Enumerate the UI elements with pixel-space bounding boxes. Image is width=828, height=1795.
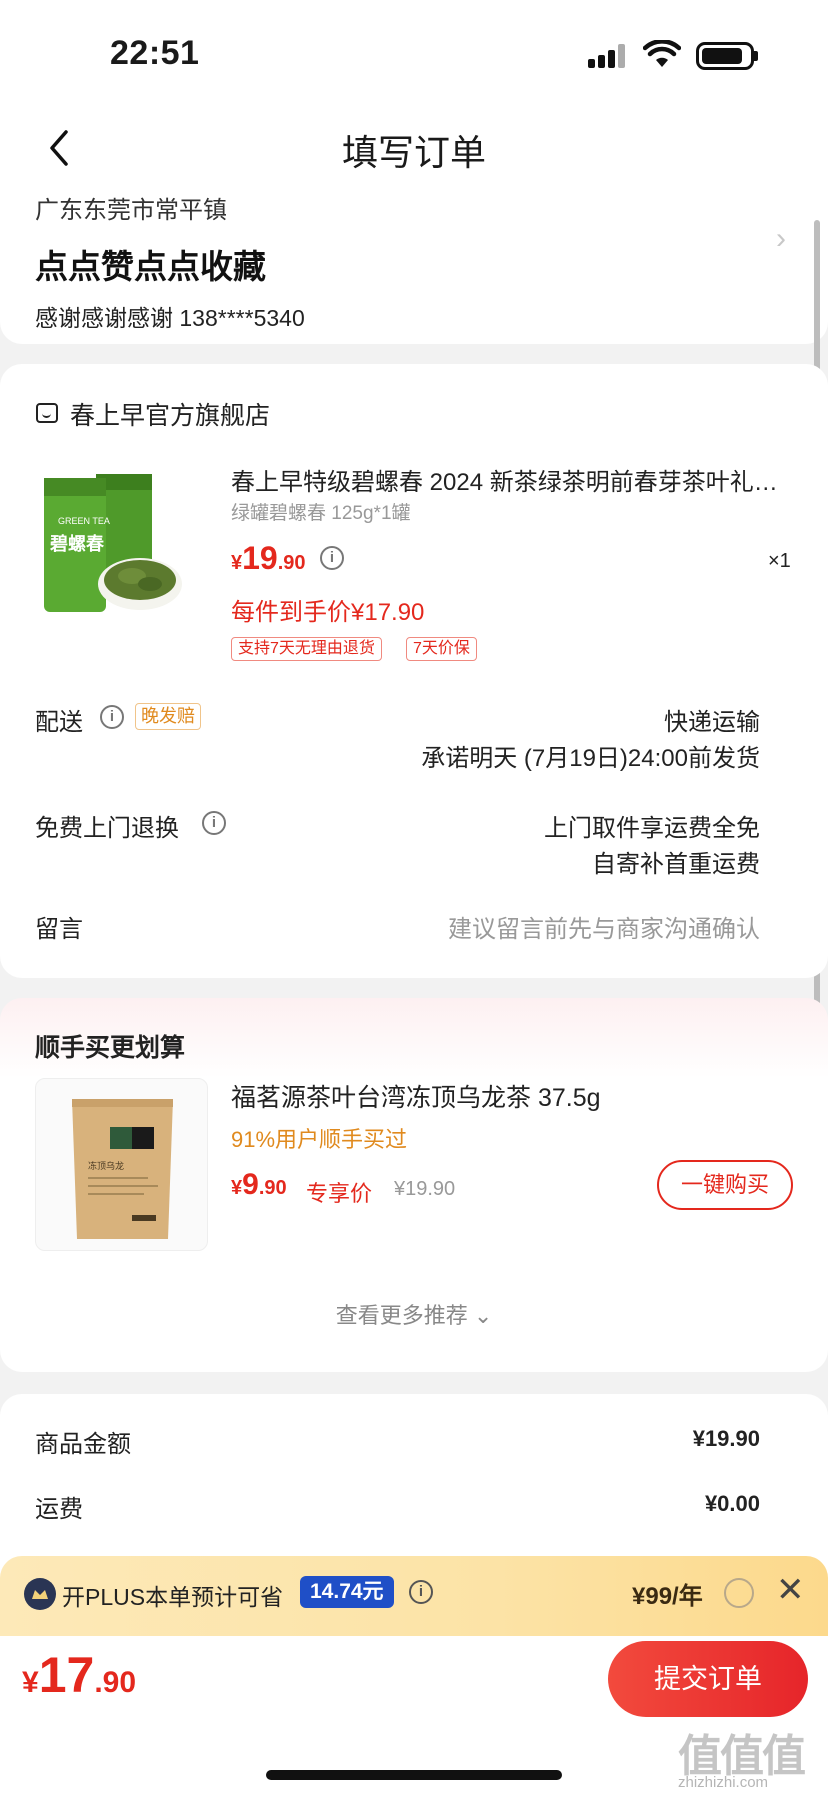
signal-icon bbox=[588, 44, 628, 68]
recommend-image-label: 冻顶乌龙 bbox=[88, 1160, 124, 1172]
product-quantity: ×1 bbox=[768, 550, 791, 572]
delivery-label: 配送 bbox=[35, 709, 83, 736]
one-click-buy-button[interactable]: 一键购买 bbox=[657, 1160, 793, 1210]
freight-label: 运费 bbox=[35, 1496, 83, 1523]
delivery-method[interactable]: 快递运输 bbox=[664, 702, 760, 737]
close-icon[interactable]: ✕ bbox=[776, 1572, 805, 1608]
goods-amount-value: ¥19.90 bbox=[692, 1426, 760, 1451]
address-detail: 点点赞点点收藏 bbox=[35, 248, 266, 285]
late-compensation-tag: 晚发赔 bbox=[135, 703, 201, 730]
status-bar: 22:51 bbox=[0, 0, 828, 110]
shop-name[interactable]: 春上早官方旗舰店 bbox=[70, 396, 270, 432]
address-region: 广东东莞市常平镇 bbox=[35, 197, 227, 224]
message-label: 留言 bbox=[35, 916, 83, 943]
plus-select-radio[interactable] bbox=[724, 1578, 754, 1608]
shop-icon bbox=[36, 403, 58, 423]
nav-bar: 填写订单 bbox=[0, 110, 828, 184]
recommend-name[interactable]: 福茗源茶叶台湾冻顶乌龙茶 37.5g bbox=[231, 1078, 601, 1114]
address-card[interactable]: 广东东莞市常平镇 点点赞点点收藏 感谢感谢感谢 138****5340 › bbox=[0, 184, 828, 344]
product-image[interactable]: GREEN TEA 碧螺春 bbox=[44, 464, 184, 624]
return-label: 免费上门退换 bbox=[35, 815, 179, 842]
chevron-right-icon: › bbox=[776, 222, 786, 255]
plus-text: 开PLUS本单预计可省 bbox=[62, 1584, 284, 1610]
total-price: ¥17.90 bbox=[22, 1647, 137, 1703]
plus-promo-bar[interactable]: 开PLUS本单预计可省 14.74元 i ¥99/年 ✕ bbox=[0, 1556, 828, 1636]
plus-price: ¥99/年 bbox=[632, 1583, 703, 1610]
watermark-url: zhizhizhi.com bbox=[678, 1774, 769, 1791]
freight-value: ¥0.00 bbox=[704, 1491, 760, 1516]
recommend-orig-price: ¥19.90 bbox=[394, 1178, 456, 1200]
product-price: ¥19.90 bbox=[231, 540, 306, 576]
price-info-icon[interactable]: i bbox=[320, 546, 344, 570]
return-line2: 自寄补首重运费 bbox=[592, 851, 760, 878]
order-card: 春上早官方旗舰店 GREEN TEA 碧螺春 春上早特级碧螺春 2024 新茶绿… bbox=[0, 364, 828, 978]
recommend-image[interactable]: 冻顶乌龙 bbox=[35, 1078, 208, 1251]
more-recommend-link[interactable]: 查看更多推荐 ⌄ bbox=[0, 1298, 828, 1330]
plus-logo-icon bbox=[24, 1578, 56, 1610]
status-time: 22:51 bbox=[110, 34, 200, 72]
plus-savings-badge: 14.74元 bbox=[300, 1576, 394, 1608]
recommend-sub: 91%用户顺手买过 bbox=[231, 1127, 408, 1152]
product-image-en: GREEN TEA bbox=[58, 516, 110, 526]
delivery-info-icon[interactable]: i bbox=[100, 705, 124, 729]
battery-icon bbox=[696, 42, 754, 70]
goods-amount-label: 商品金额 bbox=[35, 1431, 131, 1458]
home-indicator[interactable] bbox=[266, 1770, 562, 1780]
recommend-price: ¥9.90 bbox=[231, 1168, 287, 1201]
submit-order-button[interactable]: 提交订单 bbox=[608, 1641, 808, 1717]
return-line1: 上门取件享运费全免 bbox=[544, 815, 760, 842]
address-contact: 感谢感谢感谢 138****5340 bbox=[35, 305, 305, 331]
delivery-promise: 承诺明天 (7月19日)24:00前发货 bbox=[421, 745, 760, 772]
wifi-icon bbox=[643, 40, 681, 67]
page-title: 填写订单 bbox=[341, 132, 486, 173]
tag-price-protect: 7天价保 bbox=[406, 637, 477, 661]
message-input[interactable]: 建议留言前先与商家沟通确认 bbox=[448, 909, 760, 944]
recommend-card: 顺手买更划算 冻顶乌龙 福茗源茶叶台湾冻顶乌龙茶 37.5g 91%用户顺手买过… bbox=[0, 998, 828, 1372]
return-info-icon[interactable]: i bbox=[202, 811, 226, 835]
final-price: 每件到手价¥17.90 bbox=[231, 599, 425, 626]
plus-info-icon[interactable]: i bbox=[409, 1580, 433, 1604]
product-image-cn: 碧螺春 bbox=[49, 533, 105, 555]
recommend-title: 顺手买更划算 bbox=[35, 1034, 186, 1062]
product-spec: 绿罐碧螺春 125g*1罐 bbox=[231, 503, 411, 524]
bottom-bar: ¥17.90 提交订单 值值值 zhizhizhi.com bbox=[0, 1636, 828, 1795]
tag-return: 支持7天无理由退货 bbox=[231, 637, 382, 661]
recommend-price-label: 专享价 bbox=[306, 1181, 373, 1206]
product-title[interactable]: 春上早特级碧螺春 2024 新茶绿茶明前春芽茶叶礼盒装 bbox=[231, 462, 791, 497]
